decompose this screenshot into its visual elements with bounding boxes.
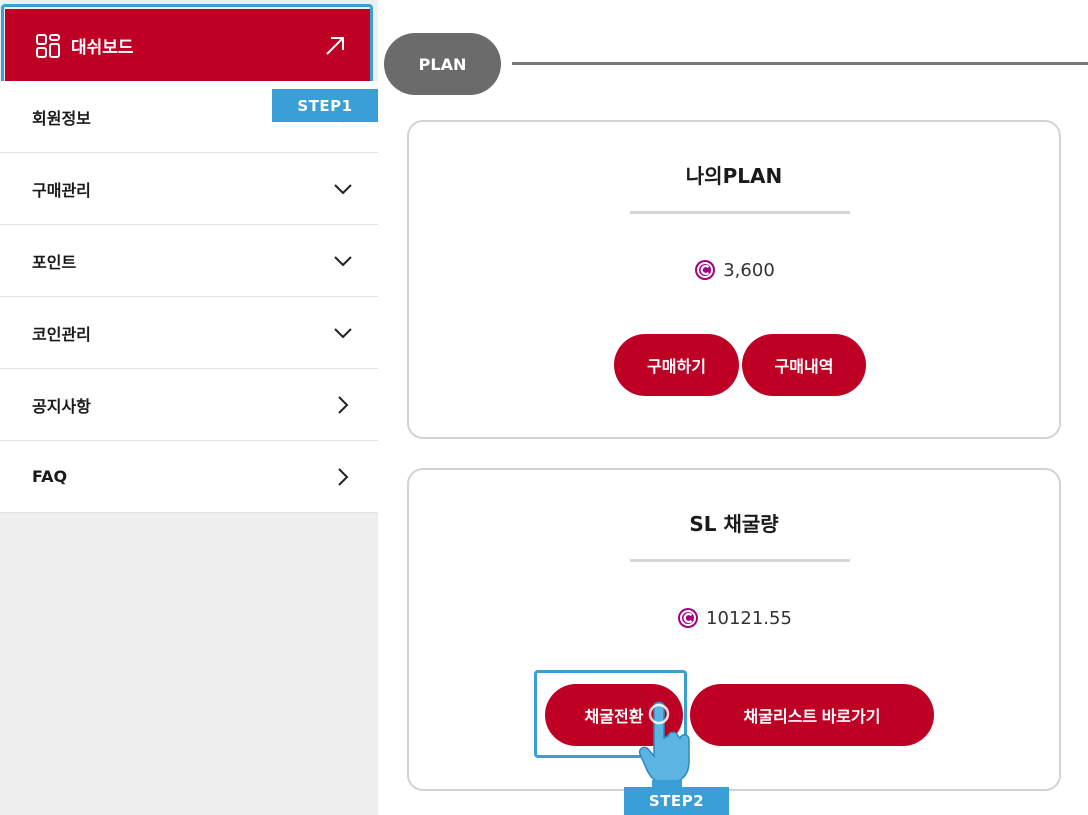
mining-coin-value: 10121.55 xyxy=(409,606,1059,630)
card-divider xyxy=(630,559,850,562)
buy-button[interactable]: 구매하기 xyxy=(614,334,739,396)
step1-badge: STEP1 xyxy=(272,89,378,122)
sidebar: 대쉬보드 회원정보 구매관리 포인트 코인관리 공지사항 FAQ STEP1 xyxy=(0,0,378,815)
sidebar-item-label: 공지사항 xyxy=(32,396,91,416)
section-divider xyxy=(512,62,1088,65)
step2-badge: STEP2 xyxy=(624,787,729,815)
card-divider xyxy=(630,211,850,214)
chevron-down-icon xyxy=(334,255,352,266)
chevron-right-icon xyxy=(338,395,349,414)
sidebar-menu: 회원정보 구매관리 포인트 코인관리 공지사항 FAQ xyxy=(0,81,378,513)
section-label-plan: PLAN xyxy=(384,33,501,95)
my-plan-card: 나의PLAN 3,600 구매하기 구매내역 xyxy=(407,120,1061,439)
coin-icon xyxy=(695,260,716,280)
chevron-down-icon xyxy=(334,183,352,194)
sidebar-item-notices[interactable]: 공지사항 xyxy=(0,369,378,441)
mining-list-shortcut-button[interactable]: 채굴리스트 바로가기 xyxy=(690,684,934,746)
sidebar-item-label: 코인관리 xyxy=(32,324,91,344)
plan-coin-value: 3,600 xyxy=(409,258,1059,282)
pointing-hand-icon xyxy=(638,701,690,790)
chevron-right-icon xyxy=(338,467,349,486)
coin-icon xyxy=(678,608,699,628)
purchase-history-button[interactable]: 구매내역 xyxy=(742,334,866,396)
sidebar-item-label: 포인트 xyxy=(32,252,77,272)
sidebar-item-purchase-management[interactable]: 구매관리 xyxy=(0,153,378,225)
card-title: SL 채굴량 xyxy=(689,512,779,536)
step1-highlight-frame xyxy=(1,4,373,85)
sidebar-item-label: 회원정보 xyxy=(32,108,91,128)
mining-amount-card: SL 채굴량 10121.55 채굴전환 채굴리스트 바로가기 xyxy=(407,468,1061,791)
coin-amount: 10121.55 xyxy=(706,607,792,629)
chevron-down-icon xyxy=(334,327,352,338)
sidebar-item-faq[interactable]: FAQ xyxy=(0,441,378,513)
sidebar-item-points[interactable]: 포인트 xyxy=(0,225,378,297)
coin-amount: 3,600 xyxy=(723,259,775,281)
card-title: 나의PLAN xyxy=(685,164,783,188)
sidebar-item-label: 구매관리 xyxy=(32,180,91,200)
sidebar-item-label: FAQ xyxy=(32,467,68,486)
sidebar-item-coin-management[interactable]: 코인관리 xyxy=(0,297,378,369)
